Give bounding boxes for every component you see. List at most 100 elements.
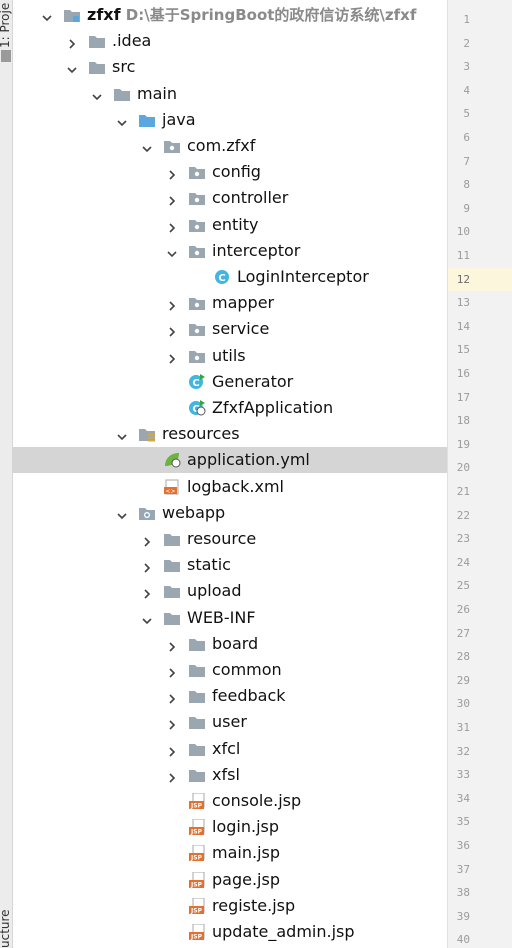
line-number: 24 bbox=[456, 556, 470, 569]
tree-row[interactable]: application.yml bbox=[13, 447, 447, 473]
svg-text:<>: <> bbox=[165, 488, 175, 495]
runnable-class-icon: C bbox=[188, 374, 206, 390]
svg-text:JSP: JSP bbox=[190, 908, 203, 915]
chevron-right-icon[interactable] bbox=[166, 219, 178, 233]
folder-icon bbox=[163, 583, 181, 599]
chevron-right-icon[interactable] bbox=[66, 35, 78, 49]
tree-row[interactable]: main bbox=[13, 81, 447, 107]
tree-row[interactable]: xfcl bbox=[13, 736, 447, 762]
tree-row[interactable]: JSP page.jsp bbox=[13, 867, 447, 893]
line-number: 7 bbox=[463, 155, 470, 168]
package-icon bbox=[163, 138, 181, 154]
tree-row[interactable]: service bbox=[13, 316, 447, 342]
tree-item-label: registe.jsp bbox=[212, 896, 296, 915]
tree-item-label: logback.xml bbox=[187, 477, 284, 496]
tree-row[interactable]: JSP login.jsp bbox=[13, 814, 447, 840]
folder-icon bbox=[88, 59, 106, 75]
tree-item-label: utils bbox=[212, 346, 246, 365]
chevron-down-icon[interactable] bbox=[166, 245, 178, 258]
tree-row[interactable]: resources bbox=[13, 421, 447, 447]
chevron-down-icon[interactable] bbox=[141, 612, 153, 625]
line-number: 39 bbox=[456, 910, 470, 923]
chevron-right-icon[interactable] bbox=[166, 192, 178, 206]
chevron-down-icon[interactable] bbox=[141, 140, 153, 153]
chevron-right-icon[interactable] bbox=[166, 664, 178, 678]
xml-file-icon: <> bbox=[163, 479, 181, 495]
svg-text:JSP: JSP bbox=[190, 829, 203, 836]
project-path: D:\基于SpringBoot的政府信访系统\zfxf bbox=[120, 6, 417, 24]
svg-text:JSP: JSP bbox=[190, 882, 203, 889]
tree-row[interactable]: java bbox=[13, 107, 447, 133]
line-number: 34 bbox=[456, 792, 470, 805]
tree-row[interactable]: static bbox=[13, 552, 447, 578]
tree-row[interactable]: controller bbox=[13, 185, 447, 211]
chevron-right-icon[interactable] bbox=[166, 297, 178, 311]
tree-row[interactable]: C Generator bbox=[13, 369, 447, 395]
chevron-right-icon[interactable] bbox=[166, 716, 178, 730]
jsp-file-icon: JSP bbox=[188, 871, 206, 889]
folder-icon bbox=[113, 86, 131, 102]
tree-row[interactable]: C LoginInterceptor bbox=[13, 264, 447, 290]
chevron-right-icon[interactable] bbox=[141, 533, 153, 547]
tree-item-label: service bbox=[212, 319, 270, 338]
tree-row[interactable]: JSP update_admin.jsp bbox=[13, 919, 447, 945]
tree-row[interactable]: entity bbox=[13, 212, 447, 238]
chevron-down-icon[interactable] bbox=[66, 61, 78, 74]
chevron-right-icon[interactable] bbox=[166, 350, 178, 364]
tree-item-label: login.jsp bbox=[212, 817, 279, 836]
chevron-down-icon[interactable] bbox=[116, 428, 128, 441]
tree-row[interactable]: config bbox=[13, 159, 447, 185]
tree-row[interactable]: upload bbox=[13, 578, 447, 604]
tree-row[interactable]: JSP console.jsp bbox=[13, 788, 447, 814]
line-number: 36 bbox=[456, 839, 470, 852]
tree-row[interactable]: C ZfxfApplication bbox=[13, 395, 447, 421]
package-icon bbox=[188, 321, 206, 337]
tree-row[interactable]: com.zfxf bbox=[13, 133, 447, 159]
chevron-right-icon[interactable] bbox=[166, 690, 178, 704]
tree-item-label: common bbox=[212, 660, 282, 679]
chevron-down-icon[interactable] bbox=[116, 507, 128, 520]
tree-row[interactable]: src bbox=[13, 54, 447, 80]
tree-item-label: main bbox=[137, 84, 177, 103]
chevron-right-icon[interactable] bbox=[141, 585, 153, 599]
package-icon bbox=[188, 348, 206, 364]
tree-row[interactable]: common bbox=[13, 657, 447, 683]
chevron-right-icon[interactable] bbox=[141, 559, 153, 573]
chevron-down-icon[interactable] bbox=[91, 88, 103, 101]
project-tool-tab[interactable]: 1: Proje bbox=[0, 0, 12, 48]
tree-row[interactable]: board bbox=[13, 631, 447, 657]
chevron-right-icon[interactable] bbox=[166, 166, 178, 180]
line-number: 33 bbox=[456, 768, 470, 781]
tree-row[interactable]: zfxf D:\基于SpringBoot的政府信访系统\zfxf bbox=[13, 2, 447, 28]
tree-row[interactable]: user bbox=[13, 709, 447, 735]
tree-item-label: resource bbox=[187, 529, 257, 548]
structure-tool-tab[interactable]: ucture bbox=[0, 906, 12, 948]
chevron-down-icon[interactable] bbox=[41, 9, 53, 22]
tree-row[interactable]: JSP main.jsp bbox=[13, 840, 447, 866]
line-number: 4 bbox=[463, 84, 470, 97]
source-folder-icon bbox=[138, 112, 156, 128]
tree-item-label: static bbox=[187, 555, 231, 574]
tree-row[interactable]: webapp bbox=[13, 500, 447, 526]
tree-item-label: main.jsp bbox=[212, 843, 280, 862]
tree-row[interactable]: resource bbox=[13, 526, 447, 552]
tree-row[interactable]: feedback bbox=[13, 683, 447, 709]
tree-row[interactable]: JSP registe.jsp bbox=[13, 893, 447, 919]
tree-row[interactable]: xfsl bbox=[13, 762, 447, 788]
tree-row[interactable]: .idea bbox=[13, 28, 447, 54]
chevron-right-icon[interactable] bbox=[166, 769, 178, 783]
chevron-right-icon[interactable] bbox=[166, 323, 178, 337]
chevron-right-icon[interactable] bbox=[166, 743, 178, 757]
chevron-down-icon[interactable] bbox=[116, 114, 128, 127]
tree-row[interactable]: <> logback.xml bbox=[13, 474, 447, 500]
line-number: 5 bbox=[463, 107, 470, 120]
chevron-right-icon[interactable] bbox=[166, 638, 178, 652]
tree-item-label: xfsl bbox=[212, 765, 240, 784]
tree-row[interactable]: interceptor bbox=[13, 238, 447, 264]
tree-row[interactable]: WEB-INF bbox=[13, 605, 447, 631]
line-number: 30 bbox=[456, 697, 470, 710]
tree-row[interactable]: mapper bbox=[13, 290, 447, 316]
tree-row[interactable]: utils bbox=[13, 343, 447, 369]
tree-item-label: update_admin.jsp bbox=[212, 922, 355, 941]
line-number: 12 bbox=[456, 273, 470, 286]
